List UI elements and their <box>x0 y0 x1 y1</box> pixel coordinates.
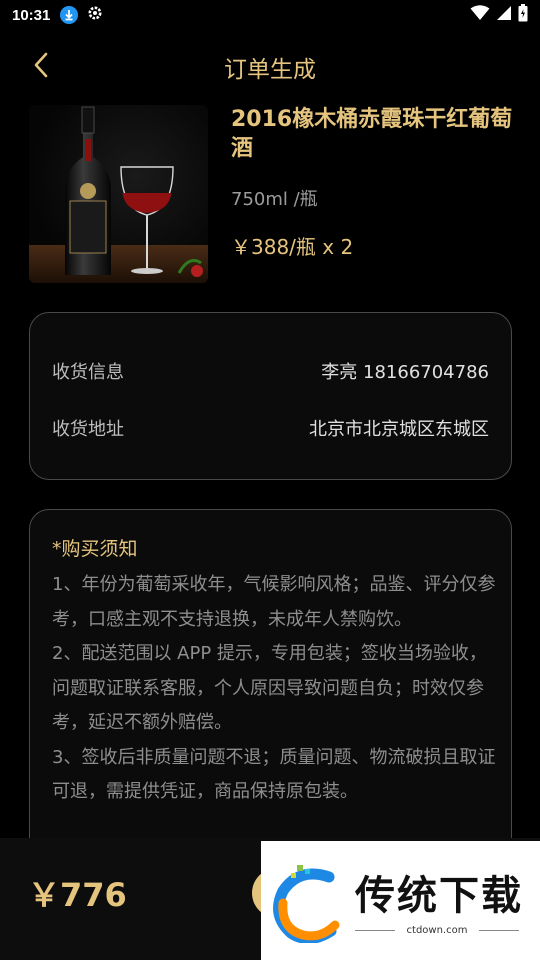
gear-icon <box>86 4 104 26</box>
watermark-brand: 传统下载 <box>355 873 523 919</box>
address-label: 收货地址 <box>52 419 124 440</box>
total-price: ￥776 <box>28 876 127 914</box>
product-summary: 2016橡木桶赤霞珠干红葡萄酒 750ml /瓶 ￥388/瓶 x 2 <box>29 105 519 285</box>
product-price: ￥388/瓶 x 2 <box>231 235 354 259</box>
status-time: 10:31 <box>12 6 51 24</box>
contact-row: 收货信息 李亮 18166704786 <box>52 358 489 384</box>
product-spec: 750ml /瓶 <box>231 189 318 210</box>
notice-title: *购买须知 <box>52 538 138 560</box>
battery-icon <box>518 4 528 26</box>
watermark-url: ctdown.com <box>406 925 468 936</box>
product-image <box>29 105 208 283</box>
watermark-logo <box>273 865 340 943</box>
status-bar: 10:31 <box>0 0 540 30</box>
notice-text: 1、年份为葡萄采收年，气候影响风格；品鉴、评分仅参考，口感主观不支持退换，未成年… <box>52 574 496 802</box>
address-value: 北京市北京城区东城区 <box>309 419 489 440</box>
header: 订单生成 <box>0 40 540 90</box>
product-name: 2016橡木桶赤霞珠干红葡萄酒 <box>231 107 513 161</box>
download-icon <box>60 6 79 24</box>
contact-label: 收货信息 <box>52 362 124 383</box>
watermark: 传统下载 ctdown.com <box>261 841 540 960</box>
signal-icon <box>496 5 512 25</box>
wifi-icon <box>470 5 490 25</box>
page-title: 订单生成 <box>224 57 316 83</box>
shipping-info-card[interactable]: 收货信息 李亮 18166704786 收货地址 北京市北京城区东城区 <box>29 312 512 480</box>
address-row: 收货地址 北京市北京城区东城区 <box>52 415 489 441</box>
contact-value: 李亮 18166704786 <box>321 362 489 383</box>
purchase-notice-card: *购买须知 1、年份为葡萄采收年，气候影响风格；品鉴、评分仅参考，口感主观不支持… <box>29 509 512 869</box>
